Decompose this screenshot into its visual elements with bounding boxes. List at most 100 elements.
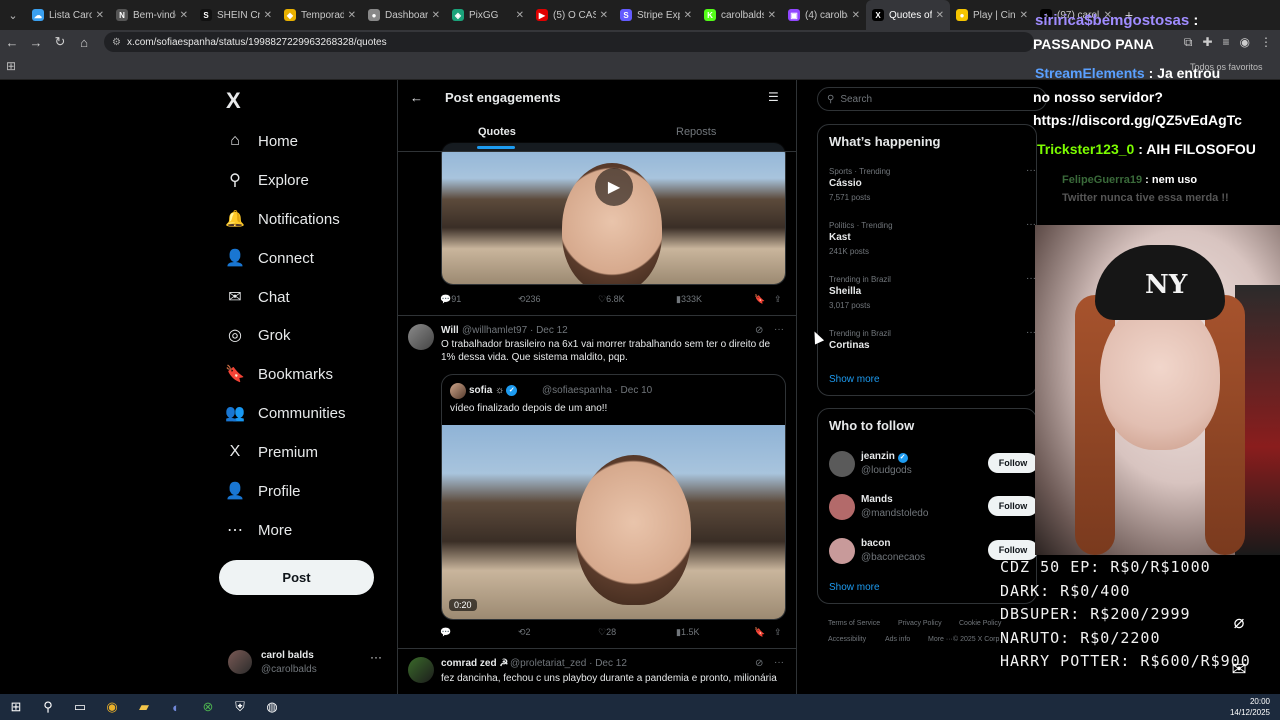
extension-icon[interactable]: ⧉ bbox=[1184, 35, 1193, 50]
nav-item-connect[interactable]: 👤 Connect bbox=[225, 243, 314, 273]
reply-button[interactable]: 💬 bbox=[440, 627, 451, 638]
account-switcher[interactable]: carol balds @carolbalds ··· bbox=[228, 648, 388, 684]
browser-tab[interactable]: ● Play | Cine ✕ bbox=[950, 0, 1034, 30]
close-icon[interactable]: ✕ bbox=[516, 10, 524, 21]
profile-icon[interactable]: ◉ bbox=[1240, 35, 1250, 49]
repost-button[interactable]: ⟲ 236 bbox=[518, 294, 541, 305]
chrome-icon[interactable]: ◉ bbox=[96, 694, 128, 720]
home-icon[interactable]: ⌂ bbox=[72, 30, 96, 54]
close-icon[interactable]: ✕ bbox=[180, 10, 188, 21]
tab-reposts[interactable]: Reposts bbox=[676, 126, 716, 138]
browser-tab[interactable]: ◆ Temporada ✕ bbox=[278, 0, 362, 30]
task-view-icon[interactable]: ▭ bbox=[64, 694, 96, 720]
nav-item-explore[interactable]: ⚲ Explore bbox=[226, 165, 309, 195]
close-icon[interactable]: ✕ bbox=[1020, 10, 1028, 21]
post-button[interactable]: Post bbox=[219, 560, 374, 595]
back-icon[interactable]: ← bbox=[0, 30, 24, 54]
close-icon[interactable]: ✕ bbox=[96, 10, 104, 21]
show-more-link[interactable]: Show more bbox=[829, 374, 880, 385]
browser-tab[interactable]: X Quotes of ✕ bbox=[866, 0, 950, 30]
footer-link[interactable]: Cookie Policy bbox=[959, 620, 1001, 627]
back-arrow-icon[interactable]: ← bbox=[410, 90, 423, 105]
video-thumbnail[interactable]: 0:20 bbox=[442, 425, 785, 619]
avatar[interactable] bbox=[408, 324, 434, 350]
share-icon[interactable]: ⇪ bbox=[774, 294, 782, 305]
nav-item-profile[interactable]: 👤 Profile bbox=[225, 476, 300, 506]
close-icon[interactable]: ✕ bbox=[264, 10, 272, 21]
share-icon[interactable]: ⇪ bbox=[774, 627, 782, 638]
close-icon[interactable]: ✕ bbox=[432, 10, 440, 21]
close-icon[interactable]: ✕ bbox=[936, 10, 944, 21]
browser-tab[interactable]: ▶ (5) O CAS ✕ bbox=[530, 0, 614, 30]
grok-icon[interactable]: ⊘ bbox=[755, 658, 763, 669]
browser-tab[interactable]: ☁ Lista Carol ✕ bbox=[26, 0, 110, 30]
discord-icon[interactable]: ◐ bbox=[160, 694, 192, 720]
more-dots-icon[interactable]: ··· bbox=[1026, 165, 1036, 176]
play-icon[interactable]: ▶ bbox=[595, 168, 633, 206]
footer-link[interactable]: Accessibility bbox=[828, 636, 866, 643]
tweet-author-name[interactable]: comrad zed ☭ bbox=[441, 658, 508, 669]
browser-tab[interactable]: S SHEIN Cre ✕ bbox=[194, 0, 278, 30]
grok-icon[interactable]: ⊘ bbox=[755, 325, 763, 336]
more-dots-icon[interactable]: ··· bbox=[774, 657, 784, 668]
footer-link[interactable]: Terms of Service bbox=[828, 620, 880, 627]
views-count[interactable]: ▮ 333K bbox=[676, 294, 702, 305]
bookmark-icon[interactable]: 🔖 bbox=[754, 627, 765, 638]
tweet-author-name[interactable]: Will bbox=[441, 325, 459, 336]
footer-link[interactable]: More ··· bbox=[928, 636, 953, 643]
browser-tab[interactable]: S Stripe Exp ✕ bbox=[614, 0, 698, 30]
puzzle-icon[interactable]: ✚ bbox=[1202, 35, 1212, 49]
browser-tab[interactable]: ◈ PixGG ✕ bbox=[446, 0, 530, 30]
nav-item-premium[interactable]: X Premium bbox=[226, 437, 318, 467]
show-more-link[interactable]: Show more bbox=[829, 582, 880, 593]
nav-item-communities[interactable]: 👥 Communities bbox=[225, 398, 345, 428]
obs-icon[interactable]: ◍ bbox=[256, 694, 288, 720]
more-dots-icon[interactable]: ··· bbox=[774, 324, 784, 335]
forward-icon[interactable]: → bbox=[24, 30, 48, 54]
browser-tab[interactable]: ● Dashboard ✕ bbox=[362, 0, 446, 30]
reload-icon[interactable]: ↻ bbox=[48, 30, 72, 54]
reply-button[interactable]: 💬 91 bbox=[440, 294, 461, 305]
x-logo[interactable]: X bbox=[226, 88, 241, 114]
more-dots-icon[interactable]: ··· bbox=[370, 650, 382, 664]
like-button[interactable]: ♡ 6.8K bbox=[598, 294, 625, 305]
close-icon[interactable]: ✕ bbox=[768, 10, 776, 21]
media-icon[interactable]: ≡ bbox=[1223, 35, 1230, 49]
nav-item-chat[interactable]: ✉ Chat bbox=[226, 282, 289, 312]
tab-search-icon[interactable]: ⌄ bbox=[0, 0, 26, 30]
follow-button[interactable]: Follow bbox=[988, 453, 1038, 473]
browser-tab[interactable]: ▣ (4) carolba ✕ bbox=[782, 0, 866, 30]
browser-tab[interactable]: N Bem-vindo ✕ bbox=[110, 0, 194, 30]
close-icon[interactable]: ✕ bbox=[600, 10, 608, 21]
close-icon[interactable]: ✕ bbox=[684, 10, 692, 21]
footer-link[interactable]: Privacy Policy bbox=[898, 620, 942, 627]
nav-item-notifications[interactable]: 🔔 Notifications bbox=[225, 204, 340, 234]
video-thumbnail[interactable]: ▶ bbox=[441, 142, 786, 285]
xbox-icon[interactable]: ⊗ bbox=[192, 694, 224, 720]
close-icon[interactable]: ✕ bbox=[348, 10, 356, 21]
address-bar[interactable]: ⚙ x.com/sofiaespanha/status/199882722996… bbox=[104, 32, 1034, 52]
shield-icon[interactable]: ⛨ bbox=[224, 694, 256, 720]
views-count[interactable]: ▮ 1.5K bbox=[676, 627, 699, 638]
site-info-icon[interactable]: ⚙ bbox=[112, 37, 121, 48]
nav-item-bookmarks[interactable]: 🔖 Bookmarks bbox=[225, 359, 333, 389]
bookmark-icon[interactable]: 🔖 bbox=[754, 294, 765, 305]
search-icon[interactable]: ⚲ bbox=[32, 694, 64, 720]
tab-quotes[interactable]: Quotes bbox=[478, 126, 516, 138]
search-input[interactable]: ⚲ Search bbox=[817, 87, 1047, 111]
avatar[interactable] bbox=[829, 451, 855, 477]
avatar[interactable] bbox=[829, 538, 855, 564]
menu-icon[interactable]: ⋮ bbox=[1260, 35, 1272, 49]
footer-link[interactable]: © 2025 X Corp. bbox=[953, 636, 1001, 643]
windows-start-icon[interactable]: ⊞ bbox=[0, 694, 32, 720]
like-button[interactable]: ♡ 28 bbox=[598, 627, 616, 638]
apps-icon[interactable]: ⊞ bbox=[6, 59, 16, 73]
filter-icon[interactable]: ☰ bbox=[768, 90, 779, 104]
close-icon[interactable]: ✕ bbox=[852, 10, 860, 21]
nav-item-grok[interactable]: ◎ Grok bbox=[226, 320, 291, 350]
nav-item-home[interactable]: ⌂ Home bbox=[226, 126, 298, 156]
folder-icon[interactable]: ▰ bbox=[128, 694, 160, 720]
footer-link[interactable]: Ads info bbox=[885, 636, 910, 643]
nav-item-more[interactable]: ⋯ More bbox=[226, 515, 292, 545]
quoted-post[interactable]: sofia ☼ ✓ @sofiaespanha · Dec 10 vídeo fi… bbox=[441, 374, 786, 620]
